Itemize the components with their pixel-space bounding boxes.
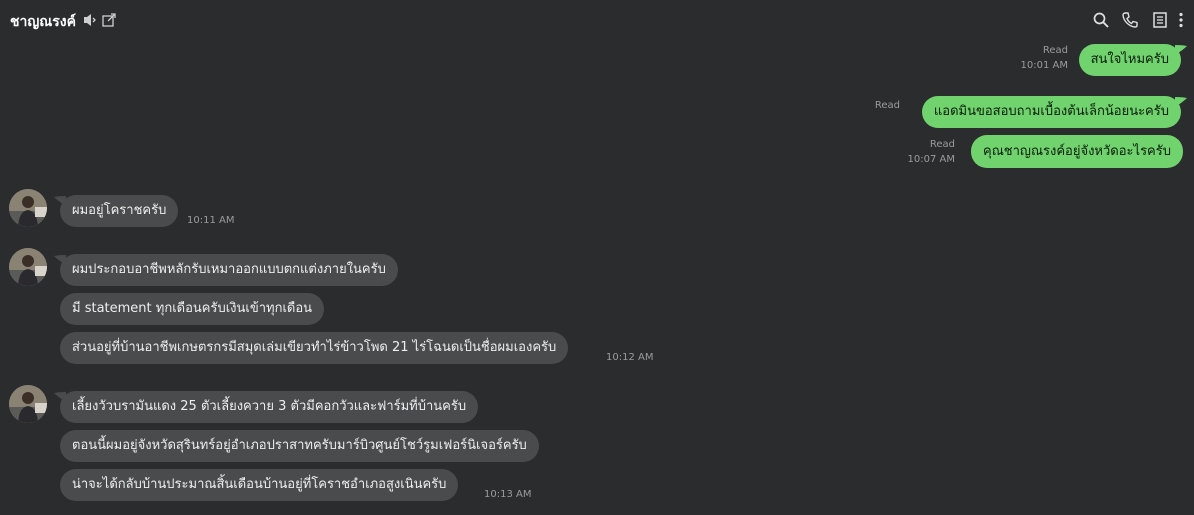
message-status: Read bbox=[874, 100, 900, 111]
message-time: 10:12 AM bbox=[606, 352, 654, 363]
avatar[interactable] bbox=[9, 189, 47, 227]
incoming-message[interactable]: น่าจะได้กลับบ้านประมาณสิ้นเดือนบ้านอยู่ท… bbox=[60, 469, 459, 501]
mute-speaker-icon[interactable] bbox=[82, 11, 100, 29]
message-status: Read bbox=[1042, 45, 1068, 56]
contact-name[interactable]: ชาญณรงค์ bbox=[10, 11, 76, 33]
message-time: 10:11 AM bbox=[187, 215, 235, 226]
incoming-message[interactable]: ผมอยู่โคราชครับ bbox=[60, 195, 179, 227]
outgoing-message[interactable]: สนใจไหมครับ bbox=[1078, 44, 1181, 76]
incoming-message[interactable]: ผมประกอบอาชีพหลักรับเหมาออกแบบตกแต่งภายใ… bbox=[60, 254, 398, 286]
search-icon[interactable] bbox=[1092, 11, 1110, 29]
chat-header: ชาญณรงค์ bbox=[0, 0, 1194, 40]
message-status: Read bbox=[929, 139, 955, 150]
message-time: 10:01 AM bbox=[1020, 60, 1068, 71]
bubble-tail bbox=[1175, 45, 1187, 55]
incoming-message[interactable]: ตอนนี้ผมอยู่จังหวัดสุรินทร์อยู่อำเภอปราส… bbox=[60, 430, 539, 462]
phone-icon[interactable] bbox=[1121, 11, 1139, 29]
message-time: 10:07 AM bbox=[907, 154, 955, 165]
message-time: 10:13 AM bbox=[484, 489, 532, 500]
avatar[interactable] bbox=[9, 385, 47, 423]
incoming-message[interactable]: ส่วนอยู่ที่บ้านอาชีพเกษตรกรมีสมุดเล่มเขี… bbox=[60, 332, 569, 364]
outgoing-message[interactable]: แอดมินขอสอบถามเบื้องต้นเล็กน้อยนะครับ bbox=[921, 96, 1181, 128]
open-external-icon[interactable] bbox=[101, 11, 119, 29]
chat-window: ชาญณรงค์ Read 10:01 AM สนใจไหมครับ Read … bbox=[0, 0, 1194, 515]
notes-icon[interactable] bbox=[1151, 11, 1169, 29]
incoming-message[interactable]: เลี้ยงวัวบรามันแดง 25 ตัวเลี้ยงควาย 3 ตั… bbox=[60, 391, 479, 423]
more-vertical-icon[interactable] bbox=[1176, 11, 1186, 29]
incoming-message[interactable]: มี statement ทุกเดือนครับเงินเข้าทุกเดือ… bbox=[60, 293, 325, 325]
bubble-tail bbox=[1175, 97, 1187, 107]
outgoing-message[interactable]: คุณชาญณรงค์อยู่จังหวัดอะไรครับ bbox=[971, 135, 1183, 168]
avatar[interactable] bbox=[9, 248, 47, 286]
